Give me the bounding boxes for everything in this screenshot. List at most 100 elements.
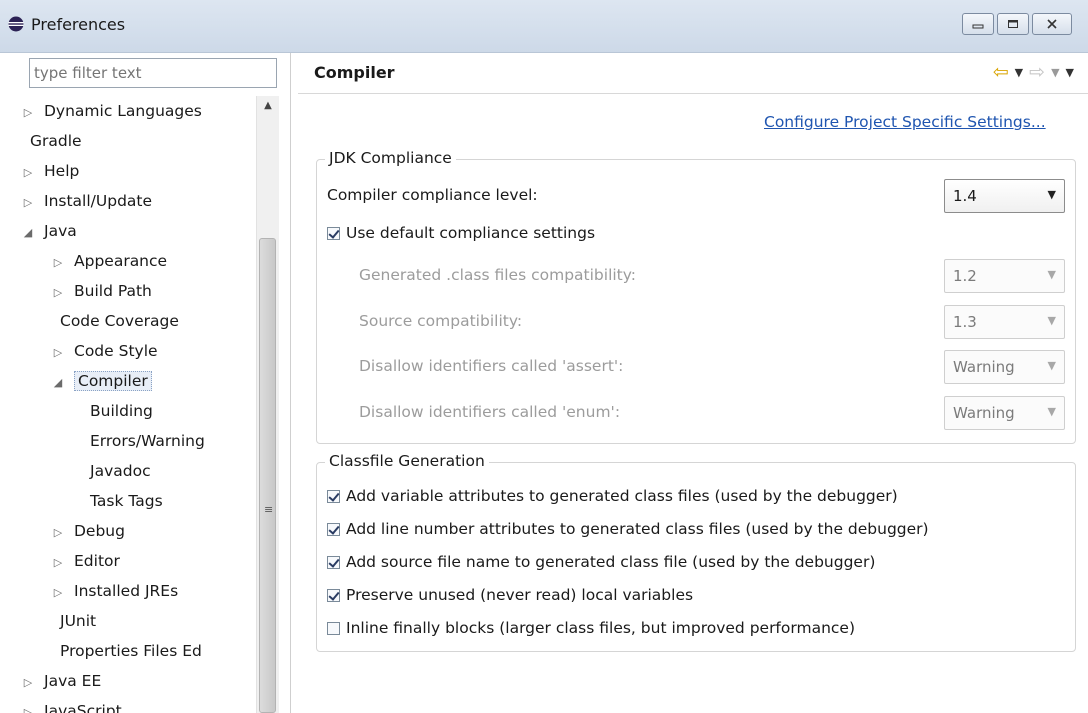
tree-item-label: Code Coverage [60,312,179,330]
classfile-option-checkbox[interactable]: Preserve unused (never read) local varia… [327,586,693,604]
tree-item[interactable]: ▷ Build Path [50,276,152,306]
collapse-arrow-icon[interactable]: ▷ [20,668,36,698]
minimize-button[interactable] [962,13,994,35]
tree-item[interactable]: ▷ Installed JREs [50,576,178,606]
tree-item[interactable]: ▷ Editor [50,546,120,576]
tree-item[interactable]: Gradle [20,126,82,156]
tree-item[interactable]: ▷ Code Style [50,336,158,366]
source-compat-label: Source compatibility: [359,312,523,330]
use-default-check-icon [327,227,340,240]
tree-item[interactable]: ▷ Java EE [20,666,102,698]
tree-item-label: Java EE [44,672,102,690]
tree-item-label: Gradle [30,132,82,150]
jdk-compliance-legend: JDK Compliance [325,149,456,167]
scrollbar-thumb[interactable]: ≡ [259,238,276,713]
classfile-generation-group: Classfile Generation Add variable attrib… [316,452,1076,652]
configure-project-specific-settings-link[interactable]: Configure Project Specific Settings... [764,113,1046,131]
scroll-up-arrow-icon[interactable]: ▲ [257,96,279,116]
disallow-assert-select[interactable]: Warning ▼ [944,350,1065,384]
expand-arrow-icon[interactable]: ◢ [20,218,36,248]
tree-item[interactable]: Properties Files Ed [50,636,202,666]
tree-item-label: Java [44,222,77,240]
grip-icon: ≡ [264,503,274,516]
tree-item[interactable]: Building [80,396,153,426]
classfile-option-label: Add line number attributes to generated … [346,520,929,538]
use-default-compliance-label: Use default compliance settings [346,224,596,242]
source-compat-select[interactable]: 1.3 ▼ [944,305,1065,339]
tree-item-label: Install/Update [44,192,153,210]
tree-item[interactable]: Errors/Warning [80,426,205,456]
tree-item[interactable]: ▷ Appearance [50,246,167,276]
tree-item-label: Properties Files Ed [60,642,202,660]
tree-scrollbar[interactable]: ▲ ≡ [256,96,279,713]
disallow-enum-select[interactable]: Warning ▼ [944,396,1065,430]
forward-history-dropdown-icon[interactable]: ▼ [1051,66,1059,79]
collapse-arrow-icon[interactable]: ▷ [20,698,36,713]
collapse-arrow-icon[interactable]: ▷ [20,158,36,188]
collapse-arrow-icon[interactable]: ▷ [50,548,66,578]
collapse-arrow-icon[interactable]: ▷ [50,338,66,368]
tree-item[interactable]: ▷ JavaScript [20,696,122,713]
generated-class-compat-select[interactable]: 1.2 ▼ [944,259,1065,293]
title-bar: Preferences [0,0,1088,53]
navigation-buttons: ⇦ ▼ ⇨ ▼ ▼ [993,61,1074,83]
jdk-compliance-group: JDK Compliance Compiler compliance level… [316,149,1076,444]
compiler-compliance-select[interactable]: 1.4 ▼ [944,179,1065,213]
minimize-icon [972,24,984,29]
tree-item-label: Building [90,402,153,420]
tree-item[interactable]: Task Tags [80,486,163,516]
tree-item[interactable]: ▷ Install/Update [20,186,152,216]
collapse-arrow-icon[interactable]: ▷ [50,248,66,278]
classfile-option-label: Add variable attributes to generated cla… [346,487,898,505]
window-title: Preferences [31,15,126,34]
tree-item[interactable]: ◢ Java [20,216,77,246]
view-menu-icon[interactable]: ▼ [1066,66,1074,79]
classfile-option-label: Inline finally blocks (larger class file… [346,619,856,637]
tree-item-label: Installed JREs [74,582,179,600]
tree-item[interactable]: ▷ Dynamic Languages [20,96,202,126]
tree-item-label: Appearance [74,252,168,270]
back-arrow-icon[interactable]: ⇦ [993,61,1009,83]
tree-item-label: Code Style [74,342,158,360]
filter-input[interactable] [29,58,277,88]
checked-box-icon [327,556,340,569]
tree-item[interactable]: Code Coverage [50,306,179,336]
tree-item[interactable]: ▷ Help [20,156,80,188]
chevron-down-icon: ▼ [1047,405,1056,418]
tree-item[interactable]: ◢ Compiler [50,366,152,396]
collapse-arrow-icon[interactable]: ▷ [50,518,66,548]
tree-item-label: Task Tags [90,492,163,510]
tree-item[interactable]: JUnit [50,606,96,636]
maximize-button[interactable] [997,13,1029,35]
collapse-arrow-icon[interactable]: ▷ [20,188,36,218]
source-compat-value: 1.3 [953,313,977,331]
back-history-dropdown-icon[interactable]: ▼ [1015,66,1023,79]
close-icon [1047,19,1057,29]
tree-item[interactable]: Javadoc [80,456,151,486]
checked-box-icon [327,490,340,503]
disallow-assert-label: Disallow identifiers called 'assert': [359,357,624,375]
tree-item[interactable]: ▷ Debug [50,516,125,546]
eclipse-logo-icon [8,16,24,32]
disallow-enum-value: Warning [953,404,1015,422]
classfile-option-checkbox[interactable]: Add source file name to generated class … [327,553,875,571]
chevron-down-icon: ▼ [1047,359,1056,372]
tree-item-label: Debug [74,522,125,540]
tree-item-label: Javadoc [90,462,151,480]
tree-item-label: JavaScript [44,702,122,713]
tree-item-label: Help [44,162,80,180]
chevron-down-icon: ▼ [1047,188,1056,201]
preferences-tree-pane: ▷ Dynamic Languages Gradle ▷ Help ▷ Install/Up… [0,53,291,713]
classfile-option-checkbox[interactable]: Add variable attributes to generated cla… [327,487,898,505]
classfile-option-checkbox[interactable]: Inline finally blocks (larger class file… [327,619,855,637]
collapse-arrow-icon[interactable]: ▷ [50,578,66,608]
classfile-option-checkbox[interactable]: Add line number attributes to generated … [327,520,929,538]
collapse-arrow-icon[interactable]: ▷ [50,278,66,308]
collapse-arrow-icon[interactable]: ▷ [20,98,36,128]
close-button[interactable] [1032,13,1072,35]
page-header: Compiler ⇦ ▼ ⇨ ▼ ▼ [298,53,1088,94]
use-default-compliance-checkbox[interactable]: Use default compliance settings [327,224,595,242]
forward-arrow-icon[interactable]: ⇨ [1029,61,1045,83]
generated-class-compat-label: Generated .class files compatibility: [359,266,637,284]
expand-arrow-icon[interactable]: ◢ [50,368,66,398]
